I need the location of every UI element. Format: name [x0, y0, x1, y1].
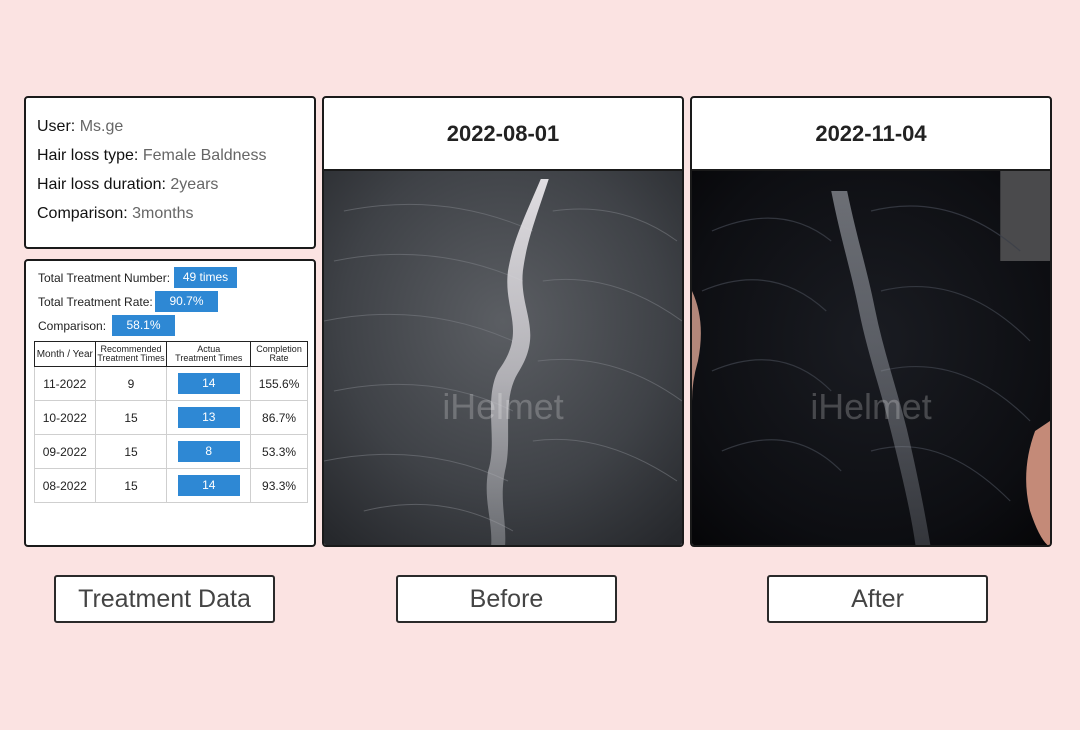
- total-treatment-number-row: Total Treatment Number: 49 times: [34, 267, 314, 291]
- comparison-label: Comparison:: [37, 205, 128, 222]
- user-value: Ms.ge: [79, 118, 124, 135]
- comparison-value: 3months: [132, 205, 194, 222]
- total-treatment-number-label: Total Treatment Number:: [38, 271, 171, 285]
- header-actual-text: Actua Treatment Times: [175, 344, 243, 363]
- header-month-year: Month / Year: [34, 341, 96, 367]
- rate-cell: 86.7%: [250, 400, 308, 435]
- before-watermark: iHelmet: [442, 387, 563, 427]
- rate-cell: 93.3%: [250, 468, 308, 503]
- total-treatment-number-badge: 49 times: [174, 267, 237, 288]
- after-watermark: iHelmet: [810, 387, 931, 427]
- total-treatment-rate-row: Total Treatment Rate: 90.7%: [34, 291, 314, 315]
- actual-cell: 13: [166, 400, 252, 435]
- actual-cell: 8: [166, 434, 252, 469]
- header-recommended: Recommended Treatment Times: [94, 341, 168, 367]
- recommended-cell: 15: [94, 400, 168, 435]
- recommended-cell: 9: [94, 366, 168, 401]
- actual-bar: 13: [177, 407, 240, 428]
- table-header-row: Month / Year Recommended Treatment Times…: [34, 341, 308, 367]
- header-completion-rate: Completion Rate: [250, 341, 308, 367]
- header-actual: Actua Treatment Times: [166, 341, 252, 367]
- treatment-data-card: Total Treatment Number: 49 times Total T…: [24, 259, 316, 547]
- recommended-cell: 15: [94, 468, 168, 503]
- table-row: 08-2022 15 14 93.3%: [34, 468, 308, 503]
- table-row: 11-2022 9 14 155.6%: [34, 366, 308, 401]
- after-scalp-photo: iHelmet: [692, 171, 1050, 545]
- actual-cell: 14: [166, 468, 252, 503]
- treatment-table: Month / Year Recommended Treatment Times…: [34, 341, 308, 503]
- after-caption: After: [767, 575, 988, 623]
- hair-loss-duration-label: Hair loss duration:: [37, 176, 166, 193]
- header-completion-text: Completion Rate: [256, 344, 302, 363]
- recommended-cell: 15: [94, 434, 168, 469]
- table-row: 10-2022 15 13 86.7%: [34, 400, 308, 435]
- user-info-card: User: Ms.ge Hair loss type: Female Baldn…: [24, 96, 316, 249]
- month-cell: 08-2022: [34, 468, 96, 503]
- actual-bar: 14: [177, 373, 240, 394]
- after-date: 2022-11-04: [692, 98, 1050, 171]
- user-line: User: Ms.ge: [37, 112, 314, 141]
- month-cell: 11-2022: [34, 366, 96, 401]
- treatment-comparison-row: Comparison: 58.1%: [34, 315, 314, 339]
- after-photo-card: 2022-11-04 iHelmet: [690, 96, 1052, 547]
- month-cell: 10-2022: [34, 400, 96, 435]
- hair-loss-duration-line: Hair loss duration: 2years: [37, 170, 314, 199]
- total-treatment-rate-badge: 90.7%: [155, 291, 218, 312]
- hair-loss-type-label: Hair loss type:: [37, 147, 139, 164]
- comparison-line: Comparison: 3months: [37, 199, 314, 228]
- actual-bar: 14: [177, 475, 240, 496]
- before-scalp-photo: iHelmet: [324, 171, 682, 545]
- rate-cell: 155.6%: [250, 366, 308, 401]
- before-scalp-image: iHelmet: [324, 171, 682, 545]
- rate-cell: 53.3%: [250, 434, 308, 469]
- hair-loss-type-value: Female Baldness: [142, 147, 267, 164]
- total-treatment-rate-label: Total Treatment Rate:: [38, 295, 153, 309]
- actual-bar: 8: [177, 441, 240, 462]
- month-cell: 09-2022: [34, 434, 96, 469]
- user-label: User:: [37, 118, 76, 135]
- hair-loss-duration-value: 2years: [170, 176, 219, 193]
- table-row: 09-2022 15 8 53.3%: [34, 434, 308, 469]
- actual-cell: 14: [166, 366, 252, 401]
- treatment-comparison-badge: 58.1%: [112, 315, 175, 336]
- before-photo-card: 2022-08-01 iHelmet: [322, 96, 684, 547]
- before-caption: Before: [396, 575, 617, 623]
- header-recommended-text: Recommended Treatment Times: [97, 344, 165, 363]
- after-scalp-image: iHelmet: [692, 171, 1050, 545]
- hair-loss-type-line: Hair loss type: Female Baldness: [37, 141, 314, 170]
- treatment-comparison-label: Comparison:: [38, 319, 107, 333]
- treatment-data-caption: Treatment Data: [54, 575, 275, 623]
- before-date: 2022-08-01: [324, 98, 682, 171]
